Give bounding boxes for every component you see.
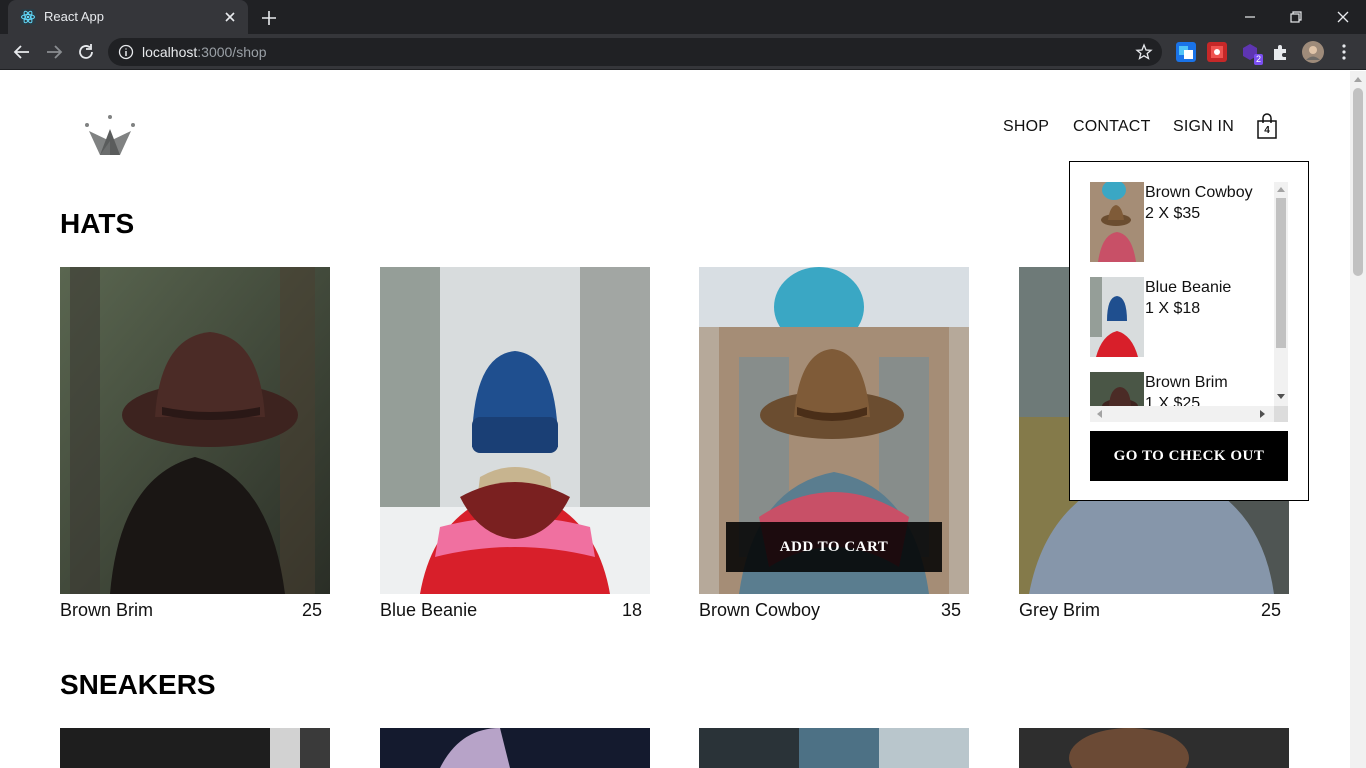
product-image-sneaker-4[interactable] [1019,728,1289,768]
forward-icon[interactable] [43,41,65,63]
cart-dropdown: Brown Cowboy 2 X $35 Blue Beanie 1 X $18… [1069,161,1309,501]
browser-menu-icon[interactable] [1334,42,1354,62]
browser-tab[interactable]: React App [8,0,248,34]
product-name: Blue Beanie [380,600,478,620]
product-name: Brown Cowboy [699,600,821,620]
go-to-checkout-button[interactable]: GO TO CHECK OUT [1090,431,1288,481]
profile-avatar-icon[interactable] [1302,41,1324,63]
cart-item-quantity: 1 X $18 [1145,300,1201,317]
product-image[interactable] [380,267,650,594]
minimize-icon[interactable] [1239,6,1261,28]
nav-shop-link[interactable]: SHOP [1003,118,1049,136]
close-tab-icon[interactable] [220,7,240,27]
cart-item-quantity: 2 X $35 [1145,205,1201,222]
product-price: 25 [1260,600,1281,620]
product-image-sneaker-2[interactable] [380,728,650,768]
react-favicon-icon [20,9,36,25]
product-price: 25 [301,600,322,620]
scroll-down-arrow-icon[interactable] [1277,394,1285,400]
url-text: localhost:3000/shop [142,44,267,60]
tab-title: React App [44,9,104,24]
product-image-sneaker-3[interactable] [699,728,969,768]
cart-vertical-scrollbar[interactable] [1274,182,1288,406]
cart-item-image [1090,182,1144,262]
cart-item-name: Brown Brim [1145,374,1228,391]
product-image-sneaker-1[interactable] [60,728,330,768]
page-scroll-thumb[interactable] [1353,88,1363,276]
close-window-icon[interactable] [1332,6,1354,28]
cart-item: Brown Cowboy 2 X $35 [1090,182,1274,262]
cart-scroll-thumb[interactable] [1276,198,1286,348]
browser-tab-strip: React App [0,0,1366,34]
page-scrollbar[interactable] [1350,71,1366,768]
extension-badge: 2 [1253,54,1263,65]
cart-item-name: Blue Beanie [1145,279,1232,296]
page-scroll-up-icon[interactable] [1354,76,1362,82]
restore-icon[interactable] [1285,6,1307,28]
address-bar[interactable]: localhost:3000/shop [108,38,1162,66]
nav-contact-link[interactable]: CONTACT [1073,118,1151,136]
product-price: 18 [621,600,642,620]
bookmark-star-icon[interactable] [1135,43,1153,61]
cart-items-list[interactable]: Brown Cowboy 2 X $35 Blue Beanie 1 X $18… [1090,182,1288,422]
product-name: Grey Brim [1019,600,1100,620]
product-price: 35 [940,600,961,620]
cart-item-name: Brown Cowboy [1145,184,1253,201]
cart-item-count: 4 [1264,125,1270,136]
add-to-cart-button[interactable]: ADD TO CART [726,522,942,572]
extensions-puzzle-icon[interactable] [1270,42,1290,62]
scroll-left-arrow-icon[interactable] [1096,410,1102,418]
shop-page: SHOP CONTACT SIGN IN 4 HATS Brown Brim 2 [0,71,1350,768]
nav-sign-in-link[interactable]: SIGN IN [1173,118,1234,136]
new-tab-icon[interactable] [258,7,280,29]
section-title-sneakers[interactable]: SNEAKERS [60,669,216,701]
scroll-right-arrow-icon[interactable] [1260,410,1266,418]
product-name: Brown Brim [60,600,154,620]
extension-red-icon[interactable] [1207,42,1227,62]
browser-toolbar: localhost:3000/shop 2 [0,34,1366,70]
section-title-hats[interactable]: HATS [60,208,134,240]
extension-purple-icon[interactable]: 2 [1240,42,1263,65]
cart-item: Blue Beanie 1 X $18 [1090,277,1274,357]
back-icon[interactable] [11,41,33,63]
product-image[interactable] [60,267,330,594]
cart-horizontal-scrollbar[interactable] [1090,406,1274,422]
extension-translate-icon[interactable] [1176,42,1196,62]
cart-item-image [1090,277,1144,357]
url-host: localhost [142,44,198,60]
reload-icon[interactable] [75,41,97,63]
scrollbar-corner [1274,406,1288,422]
product-image[interactable]: ADD TO CART [699,267,969,594]
url-path: :3000/shop [197,44,267,60]
scroll-up-arrow-icon[interactable] [1277,186,1285,192]
crown-logo-icon[interactable] [84,115,136,157]
site-info-icon[interactable] [118,44,134,60]
